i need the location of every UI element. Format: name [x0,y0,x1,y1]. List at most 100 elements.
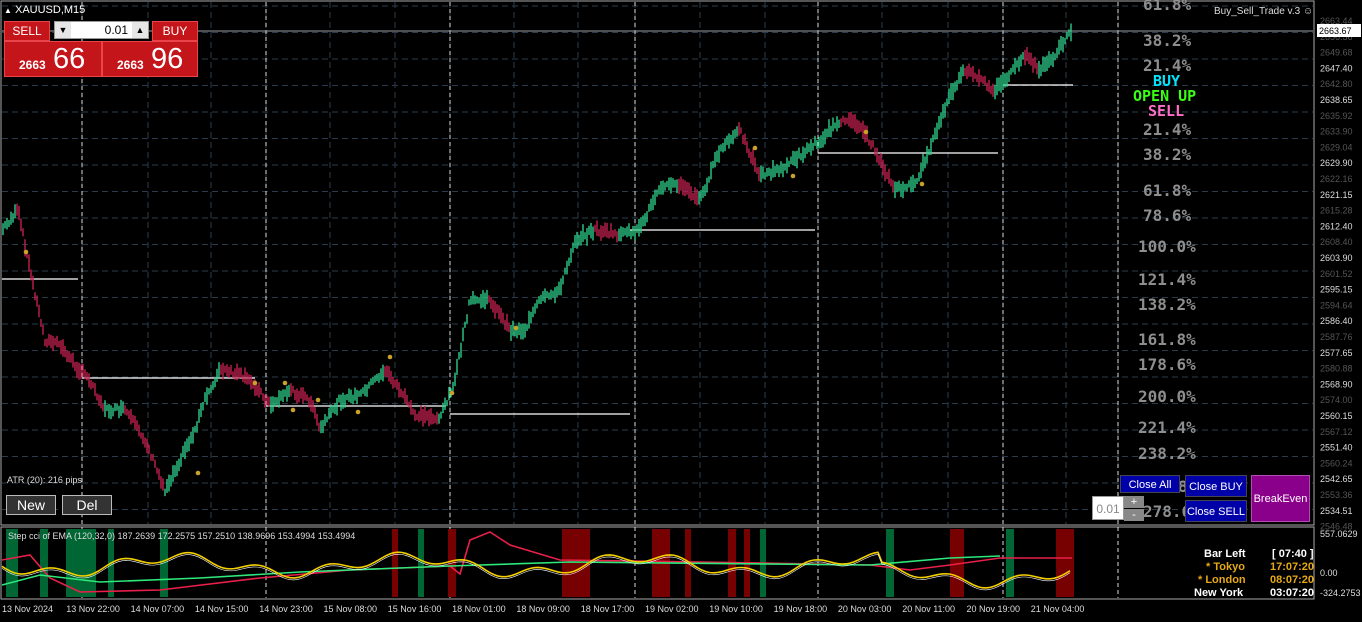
price-label: 2642.80 [1320,79,1353,89]
time-label: 15 Nov 08:00 [324,604,378,614]
price-label: 2629.90 [1320,158,1353,168]
fib-level-label: 100.0% [1138,237,1196,256]
fib-level-label: 61.8% [1143,181,1192,200]
one-click-trade-panel: SELL ▼ 0.01 ▲ BUY 2663 66 2663 96 [4,20,198,77]
price-label: 2587.76 [1320,332,1353,342]
histogram-bar [1006,529,1014,597]
price-label: 2615.28 [1320,206,1353,216]
symbol-title-text: XAUUSD,M15 [14,4,86,16]
histogram-bar [1056,529,1074,597]
signal-dot [387,354,393,360]
signal-dot [919,181,925,187]
cci-main-line [1,555,1001,586]
current-price-label: 2663.67 [1319,26,1352,36]
fib-level-label: 61.8% [1143,0,1192,14]
price-label: 2574.00 [1320,395,1353,405]
price-label: 2608.40 [1320,237,1353,247]
time-label: 19 Nov 18:00 [774,604,828,614]
fib-level-label: 121.4% [1138,270,1196,289]
subwindow-title: Step cci of EMA (120,32,0) 187.2639 172.… [8,531,356,541]
fib-level-label: 238.2% [1138,444,1196,463]
stepper-value[interactable]: 0.01 [1092,496,1124,520]
time-label: 14 Nov 15:00 [195,604,249,614]
new-button[interactable]: New [6,495,56,515]
sell-price-box[interactable]: 2663 66 [4,41,102,77]
sell-button[interactable]: SELL [4,21,50,41]
fib-level-label: 161.8% [1138,330,1196,349]
buy-price-big: 96 [151,43,184,75]
bar-left-label: Bar Left [1204,548,1246,560]
del-button[interactable]: Del [62,495,112,515]
time-label: 14 Nov 23:00 [259,604,313,614]
signal-dot [252,380,258,386]
signal-dot [513,325,519,331]
fib-level-label: 78.6% [1143,206,1192,225]
symbol-title: ▲ XAUUSD,M15 [4,4,86,16]
price-label: 2580.88 [1320,364,1353,374]
price-label: 2567.12 [1320,427,1353,437]
breakeven-button[interactable]: BreakEven [1251,475,1310,522]
price-label: 2635.92 [1320,111,1353,121]
london-label: * London [1198,574,1246,586]
fib-level-label: 178.6% [1138,355,1196,374]
price-label: 2647.40 [1320,63,1353,73]
sub-axis-label: -324.2753 [1320,588,1361,598]
price-label: 2633.90 [1320,127,1353,137]
price-label: 2601.52 [1320,269,1353,279]
buy-button[interactable]: BUY [152,21,198,41]
fib-level-label: 221.4% [1138,418,1196,437]
time-label: 18 Nov 17:00 [581,604,635,614]
signal-dot [355,409,361,415]
london-time: 08:07:20 [1270,574,1315,586]
signal-dot [195,470,201,476]
sell-price-prefix: 2663 [19,58,46,72]
price-label: 2577.65 [1320,348,1353,358]
price-label: 2542.65 [1320,474,1353,484]
signal-dot [863,129,869,135]
price-candles [2,23,1072,497]
fib-level-label: 200.0% [1138,387,1196,406]
time-label: 18 Nov 09:00 [516,604,570,614]
signal-dot [282,380,288,386]
lot-down-arrow-icon[interactable]: ▼ [55,22,71,38]
time-label: 13 Nov 22:00 [66,604,120,614]
buy-price-box[interactable]: 2663 96 [102,41,198,77]
time-label: 13 Nov 2024 [2,604,53,614]
signal-dot [315,397,321,403]
signal-dots [23,129,925,476]
close-sell-button[interactable]: Close SELL [1185,500,1247,522]
newyork-time: 03:07:20 [1270,587,1315,599]
lot-up-arrow-icon[interactable]: ▲ [132,22,148,38]
histogram-bar [562,529,590,597]
support-resistance-lines [2,84,1073,415]
price-label: 2534.51 [1320,506,1353,516]
fib-level-label: 38.2% [1143,145,1192,164]
close-buy-button[interactable]: Close BUY [1185,475,1247,497]
tokyo-label: * Tokyo [1206,561,1245,573]
sell-price-big: 66 [53,43,86,75]
price-label: 2603.90 [1320,253,1353,263]
main-frame [0,0,1315,526]
price-label: 2595.15 [1320,285,1353,295]
fib-level-label: 138.2% [1138,295,1196,314]
lot-value: 0.01 [104,23,128,37]
stepper-plus-button[interactable]: + [1124,496,1144,508]
price-label: 2629.04 [1320,142,1353,152]
newyork-label: New York [1194,587,1244,599]
stepper-minus-button[interactable]: - [1124,509,1144,521]
price-label: 2586.40 [1320,316,1353,326]
close-all-button[interactable]: Close All [1120,475,1180,493]
tokyo-time: 17:07:20 [1270,561,1315,573]
bar-left-value: [ 07:40 ] [1272,548,1314,560]
price-label: 2638.65 [1320,95,1353,105]
time-label: 15 Nov 16:00 [388,604,442,614]
time-label: 20 Nov 03:00 [838,604,892,614]
signal-dot [290,407,296,413]
lot-size-input[interactable]: ▼ 0.01 ▲ [54,21,149,39]
price-label: 2612.40 [1320,221,1353,231]
fib-level-label: 278.6 [1143,502,1192,521]
time-label: 20 Nov 11:00 [902,604,955,614]
atr-label: ATR (20): 216 pips [7,475,82,485]
indicator-title: Buy_Sell_Trade v.3 ☺ [1214,6,1313,17]
sub-axis-label: 557.0629 [1320,529,1358,539]
